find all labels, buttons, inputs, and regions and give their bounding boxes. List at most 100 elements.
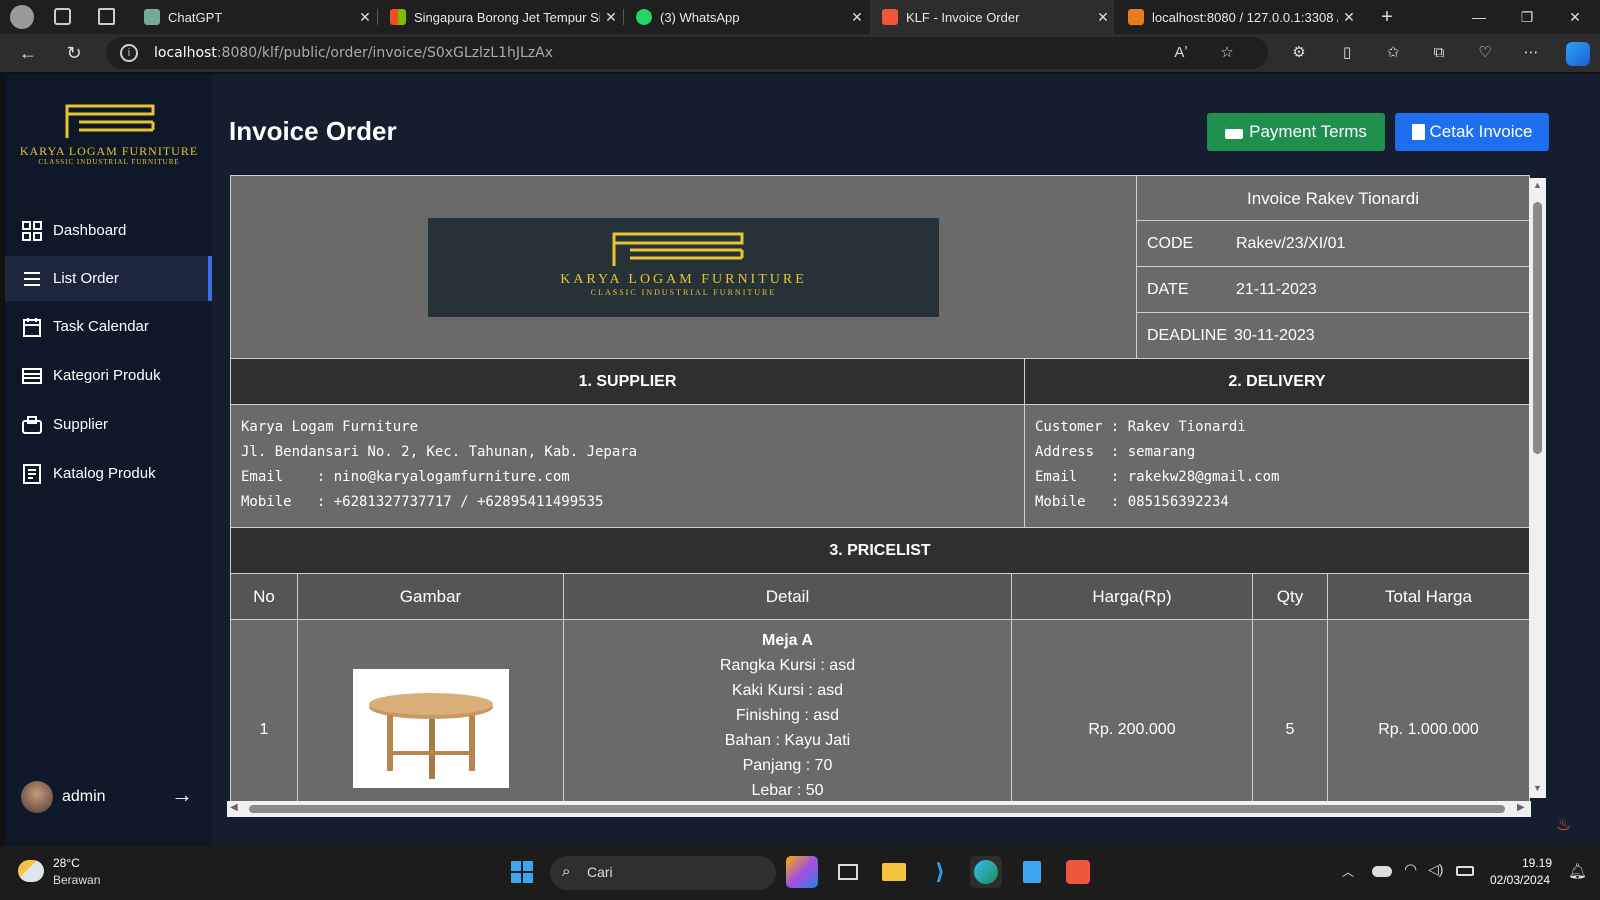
delivery-line: Customer : Rakev Tionardi bbox=[1035, 419, 1246, 435]
refresh-icon[interactable]: ↻ bbox=[60, 40, 88, 66]
new-tab-button[interactable]: + bbox=[1372, 0, 1402, 34]
tab-whatsapp[interactable]: (3) WhatsApp ✕ bbox=[624, 0, 868, 34]
user-name: admin bbox=[62, 788, 106, 805]
onedrive-icon[interactable] bbox=[1372, 866, 1392, 877]
close-icon[interactable]: ✕ bbox=[354, 9, 376, 26]
close-icon[interactable]: ✕ bbox=[1338, 9, 1360, 26]
grid-icon bbox=[21, 220, 43, 242]
product-name: Meja A bbox=[762, 632, 813, 649]
tab-title: KLF - Invoice Order bbox=[906, 9, 1020, 25]
split-screen-icon[interactable]: ▯ bbox=[1336, 42, 1358, 64]
delivery-header: 2. DELIVERY bbox=[1024, 358, 1530, 405]
close-icon[interactable]: ✕ bbox=[846, 9, 868, 26]
detail-line: Lebar : 50 bbox=[751, 782, 824, 799]
scroll-right-arrow-icon[interactable]: ▶ bbox=[1517, 802, 1525, 813]
back-icon[interactable]: ← bbox=[14, 40, 42, 66]
pricelist-header: 3. PRICELIST bbox=[230, 527, 1530, 574]
tab-phpmyadmin[interactable]: localhost:8080 / 127.0.0.1:3308 / ✕ bbox=[1116, 0, 1360, 34]
date-value: 21-11-2023 bbox=[1236, 281, 1317, 298]
button-label: Cetak Invoice bbox=[1429, 122, 1533, 141]
extensions-icon[interactable]: ⚙ bbox=[1288, 42, 1310, 64]
logout-arrow-icon[interactable]: → bbox=[171, 782, 193, 808]
workspaces-icon[interactable] bbox=[54, 8, 71, 25]
scroll-down-arrow-icon[interactable]: ▼ bbox=[1533, 783, 1542, 793]
favorite-star-icon[interactable]: ☆ bbox=[1216, 42, 1238, 64]
brand-logo[interactable]: KARYA LOGAM FURNITURE CLASSIC INDUSTRIAL… bbox=[11, 102, 207, 172]
detail-line: Rangka Kursi : asd bbox=[719, 657, 856, 674]
vertical-scrollbar[interactable]: ▲ ▼ bbox=[1529, 178, 1546, 798]
more-menu-icon[interactable]: ⋯ bbox=[1520, 42, 1542, 64]
wifi-icon[interactable]: ◠ bbox=[1404, 860, 1417, 878]
scroll-left-arrow-icon[interactable]: ◀ bbox=[230, 802, 238, 813]
notification-bell-icon[interactable]: 🔔︎ bbox=[1568, 862, 1587, 880]
user-avatar[interactable] bbox=[21, 781, 53, 813]
health-icon[interactable]: ♡ bbox=[1474, 42, 1496, 64]
deadline-value: 30-11-2023 bbox=[1234, 327, 1315, 344]
sidebar-item-label: Task Calendar bbox=[53, 318, 149, 335]
restore-button[interactable]: ❐ bbox=[1504, 0, 1550, 34]
row-no: 1 bbox=[230, 619, 298, 805]
notepad-icon[interactable] bbox=[1016, 856, 1048, 888]
collections-icon[interactable]: ⧉ bbox=[1428, 42, 1450, 64]
windows-start-icon[interactable] bbox=[506, 856, 538, 888]
code-label: CODE bbox=[1147, 235, 1194, 252]
clock-time[interactable]: 19.19 bbox=[1522, 856, 1552, 870]
sidebar-item-kategori-produk[interactable]: Kategori Produk bbox=[5, 353, 212, 398]
tray-overflow-icon[interactable]: ︿ bbox=[1342, 863, 1354, 880]
chatgpt-icon bbox=[144, 9, 160, 25]
horizontal-scrollbar[interactable]: ◀ ▶ bbox=[227, 801, 1531, 817]
brand-name: KARYA LOGAM FURNITURE bbox=[19, 144, 199, 158]
sidebar-item-supplier[interactable]: Supplier bbox=[5, 402, 212, 447]
site-info-icon[interactable]: i bbox=[120, 44, 138, 62]
flame-icon[interactable]: ♨ bbox=[1556, 815, 1571, 835]
taskbar-search[interactable]: ⌕ Cari bbox=[550, 856, 776, 890]
vscode-icon[interactable]: ⟩ bbox=[924, 856, 956, 888]
tab-klf-invoice[interactable]: KLF - Invoice Order ✕ bbox=[870, 0, 1114, 34]
close-window-button[interactable]: ✕ bbox=[1552, 0, 1598, 34]
delivery-line: Mobile : 085156392234 bbox=[1035, 494, 1229, 510]
edge-icon[interactable] bbox=[970, 856, 1002, 888]
sidebar-item-dashboard[interactable]: Dashboard bbox=[5, 208, 212, 253]
payment-terms-button[interactable]: Payment Terms bbox=[1207, 113, 1385, 151]
scroll-up-arrow-icon[interactable]: ▲ bbox=[1533, 180, 1542, 190]
row-harga: Rp. 200.000 bbox=[1011, 619, 1253, 805]
row-qty: 5 bbox=[1252, 619, 1328, 805]
copilot-taskbar-icon[interactable] bbox=[786, 856, 818, 888]
invoice-code-cell: CODE Rakev/23/XI/01 bbox=[1136, 220, 1530, 267]
sidebar-item-katalog-produk[interactable]: Katalog Produk bbox=[5, 451, 212, 496]
detail-line: Panjang : 70 bbox=[742, 757, 833, 774]
minimize-button[interactable]: — bbox=[1456, 0, 1502, 34]
weather-temp: 28°C bbox=[53, 856, 80, 870]
detail-line: Bahan : Kayu Jati bbox=[724, 732, 851, 749]
cetak-invoice-button[interactable]: Cetak Invoice bbox=[1395, 113, 1549, 151]
scrollbar-thumb[interactable] bbox=[249, 805, 1505, 813]
scrollbar-thumb[interactable] bbox=[1533, 202, 1542, 454]
copilot-icon[interactable] bbox=[1566, 42, 1590, 66]
volume-icon[interactable]: ◁) bbox=[1428, 861, 1443, 878]
tab-actions-icon[interactable] bbox=[98, 8, 115, 25]
task-view-icon[interactable] bbox=[832, 856, 864, 888]
product-image[interactable] bbox=[353, 669, 509, 788]
invoice-title: Invoice Rakev Tionardi bbox=[1247, 189, 1419, 208]
file-explorer-icon[interactable] bbox=[878, 856, 910, 888]
row-gambar bbox=[297, 619, 564, 805]
sidebar-item-task-calendar[interactable]: Task Calendar bbox=[5, 304, 212, 349]
close-icon[interactable]: ✕ bbox=[600, 9, 622, 26]
favorites-icon[interactable]: ✩ bbox=[1382, 42, 1404, 64]
read-aloud-icon[interactable]: Aʼ bbox=[1170, 42, 1192, 64]
sidebar-item-label: Katalog Produk bbox=[53, 465, 156, 482]
detail-line: Finishing : asd bbox=[735, 707, 840, 724]
weather-icon[interactable] bbox=[18, 860, 44, 882]
battery-icon[interactable] bbox=[1456, 866, 1474, 876]
clock-date[interactable]: 02/03/2024 bbox=[1490, 873, 1550, 887]
sidebar-item-list-order[interactable]: List Order bbox=[5, 256, 212, 301]
supplier-info: Karya Logam Furniture Jl. Bendansari No.… bbox=[230, 404, 1025, 528]
profile-icon[interactable] bbox=[10, 5, 34, 29]
sidebar-item-label: List Order bbox=[53, 270, 119, 287]
weather-desc: Berawan bbox=[53, 873, 101, 887]
xampp-taskbar-icon[interactable] bbox=[1062, 856, 1094, 888]
tab-singapura[interactable]: Singapura Borong Jet Tempur Si ✕ bbox=[378, 0, 622, 34]
close-icon[interactable]: ✕ bbox=[1092, 9, 1114, 26]
url-field[interactable]: i localhost:8080/klf/public/order/invoic… bbox=[106, 37, 1268, 69]
tab-chatgpt[interactable]: ChatGPT ✕ bbox=[132, 0, 376, 34]
